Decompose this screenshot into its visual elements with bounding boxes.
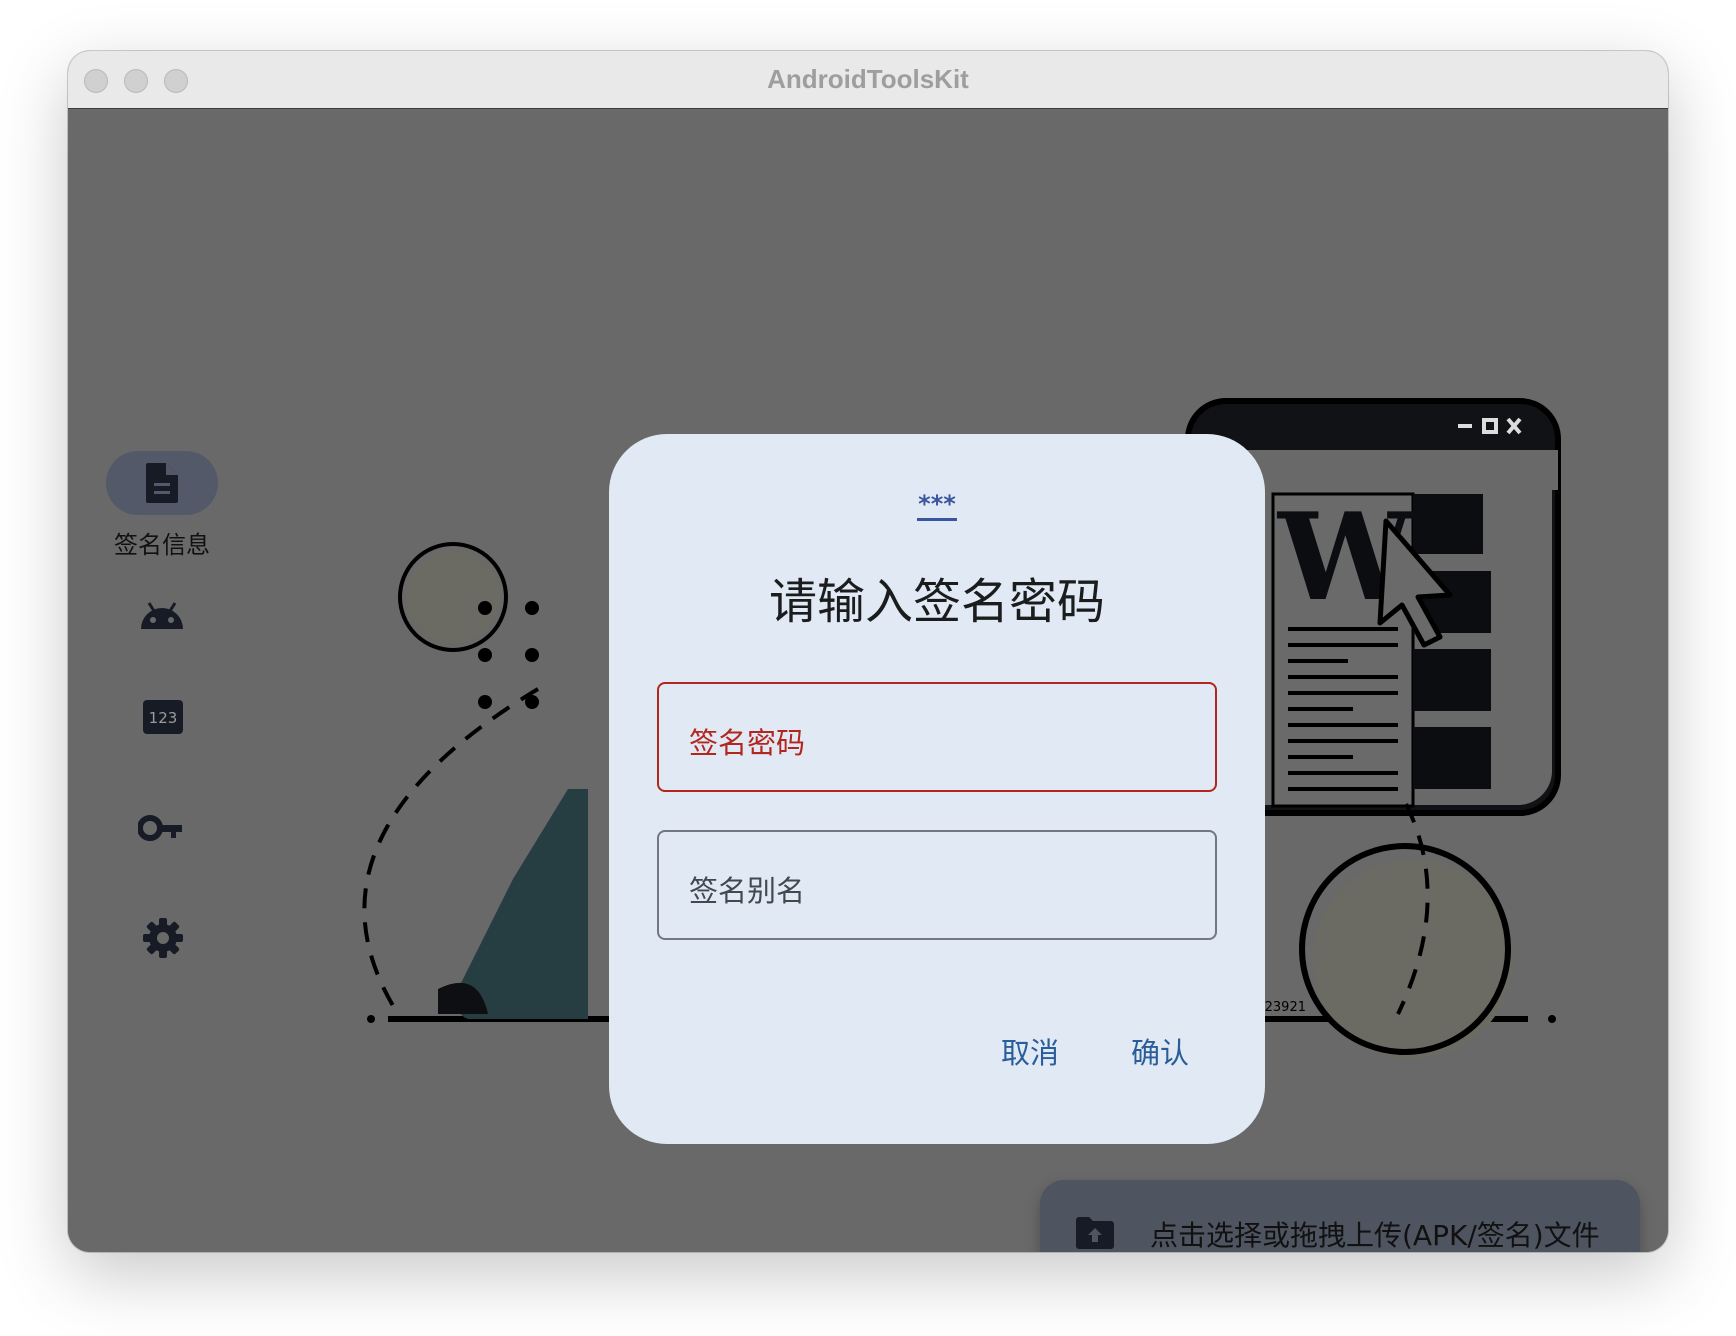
dialog-title: 请输入签名密码 bbox=[768, 574, 1105, 630]
nav-item-numbers[interactable]: 123 bbox=[106, 699, 218, 739]
nav-item-android[interactable] bbox=[106, 599, 218, 639]
cancel-button[interactable]: 取消 bbox=[1001, 1030, 1059, 1072]
main-content: W 签名信息 123 点击选择或拖拽上传(APK/签名)文件 *** 请输入签名… bbox=[68, 109, 1668, 1252]
password-input[interactable] bbox=[659, 684, 1215, 790]
key-icon bbox=[138, 815, 182, 841]
nav-label-signature-info: 签名信息 bbox=[114, 531, 210, 559]
android-icon bbox=[141, 602, 183, 629]
title-bar: AndroidToolsKit bbox=[68, 51, 1668, 109]
svg-text:***: *** bbox=[918, 494, 956, 518]
left-circle-fill bbox=[406, 550, 500, 644]
svg-text:123: 123 bbox=[149, 709, 178, 727]
signature-password-dialog: *** 请输入签名密码 签名密码 签名别名 取消 确认 bbox=[609, 434, 1265, 1144]
ground-dot-right bbox=[1548, 1015, 1556, 1023]
teal-shape bbox=[456, 789, 588, 1019]
alias-field[interactable]: 签名别名 bbox=[657, 830, 1217, 940]
password-icon: *** bbox=[917, 494, 957, 521]
app-window: AndroidToolsKit W 签名信息 123 点击选择或拖拽上传(APK… bbox=[68, 51, 1668, 1252]
confirm-button[interactable]: 确认 bbox=[1131, 1030, 1189, 1072]
upload-file-button[interactable]: 点击选择或拖拽上传(APK/签名)文件 bbox=[1040, 1180, 1640, 1252]
nav-item-settings[interactable] bbox=[106, 917, 218, 961]
password-field[interactable]: 签名密码 bbox=[657, 682, 1217, 792]
window-title: AndroidToolsKit bbox=[767, 64, 969, 94]
upload-label: 点击选择或拖拽上传(APK/签名)文件 bbox=[1150, 1219, 1600, 1252]
alias-input[interactable] bbox=[659, 832, 1215, 938]
gear-icon bbox=[143, 918, 183, 958]
description-icon bbox=[146, 463, 178, 503]
nav-item-key[interactable] bbox=[106, 813, 218, 853]
numbers-123-icon: 123 bbox=[143, 700, 183, 734]
upload-folder-icon bbox=[1076, 1217, 1114, 1249]
ground-dot-left bbox=[367, 1015, 375, 1023]
